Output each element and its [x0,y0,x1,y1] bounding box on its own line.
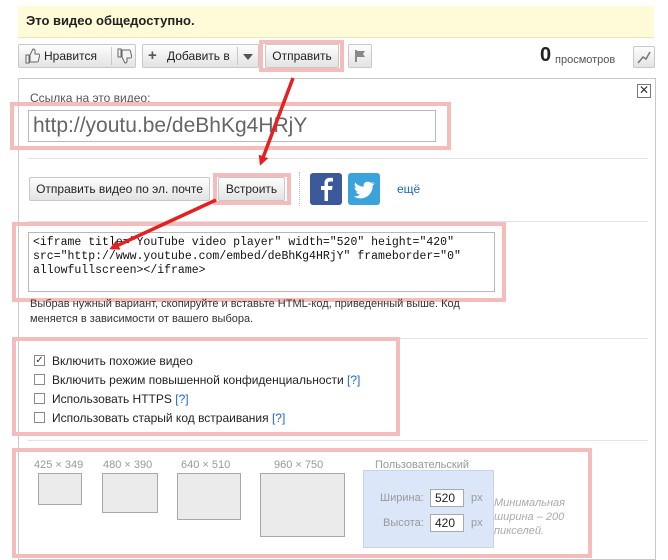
flag-button[interactable] [348,44,372,68]
like-dislike-group: Нравится [18,44,136,68]
twitter-bird-icon [353,181,375,199]
share-link-input[interactable]: http://youtu.be/deBhKg4HRjY [28,110,436,142]
size-label: 960 × 750 [274,459,324,471]
option-label: Включить режим повышенной конфиденциальн… [52,373,344,387]
embed-label: Встроить [225,182,278,196]
size-option-640[interactable] [177,473,241,520]
size-option-960[interactable] [260,473,345,537]
embed-code-textarea[interactable]: <iframe title="YouTube video player" wid… [28,232,495,292]
like-button[interactable]: Нравится [44,45,97,67]
checkbox[interactable] [34,393,45,404]
help-link[interactable]: [?] [175,392,188,406]
custom-size-panel[interactable] [363,470,494,548]
size-label: 480 × 390 [103,459,153,471]
option-label: Использовать HTTPS [52,392,172,406]
facebook-share-button[interactable] [310,173,342,205]
width-input[interactable]: 520 [430,489,464,507]
height-unit: px [471,517,483,529]
width-unit: px [471,492,483,504]
checkbox-checked[interactable]: ✓ [34,355,45,366]
divider [299,172,301,206]
views-label: просмотров [555,54,616,66]
flag-icon [355,50,365,62]
privacy-notice: Это видео общедоступно. [18,6,654,38]
twitter-share-button[interactable] [348,173,380,205]
min-width-note: Минимальная ширина – 200 пикселей. [494,497,566,537]
size-option-480[interactable] [102,473,158,513]
height-label: Высота: [383,517,424,529]
plus-icon: + [148,47,157,64]
stats-chart-icon [637,51,651,64]
close-icon[interactable]: ✕ [637,84,651,98]
option-label: Использовать старый код встраивания [52,411,269,425]
size-label: 425 × 349 [34,459,84,471]
email-share-button[interactable]: Отправить видео по эл. почте [29,177,210,201]
checkbox[interactable] [34,374,45,385]
email-share-label: Отправить видео по эл. почте [36,182,203,196]
help-link[interactable]: [?] [272,411,285,425]
more-services-link[interactable]: ещё [397,182,420,196]
add-to-label: Добавить в [167,49,230,63]
share-label: Отправить [272,49,332,63]
width-label: Ширина: [380,492,424,504]
embed-help-text: Выбрав нужный вариант, скопируйте и вста… [30,298,460,325]
add-to-button[interactable]: + Добавить в [142,44,259,68]
share-button[interactable]: Отправить [265,44,339,68]
size-label: 640 × 510 [181,459,231,471]
thumbs-down-icon[interactable] [116,48,132,64]
embed-button[interactable]: Встроить [218,177,285,201]
checkbox[interactable] [34,412,45,423]
height-input[interactable]: 420 [430,514,464,532]
chevron-down-icon[interactable] [243,54,253,60]
size-option-425[interactable] [38,473,82,505]
thumbs-up-icon[interactable] [24,48,40,64]
stats-button[interactable] [633,46,655,68]
help-link[interactable]: [?] [347,373,360,387]
facebook-icon [321,177,333,201]
option-label: Включить похожие видео [52,354,193,368]
views-count: 0 [540,44,552,66]
